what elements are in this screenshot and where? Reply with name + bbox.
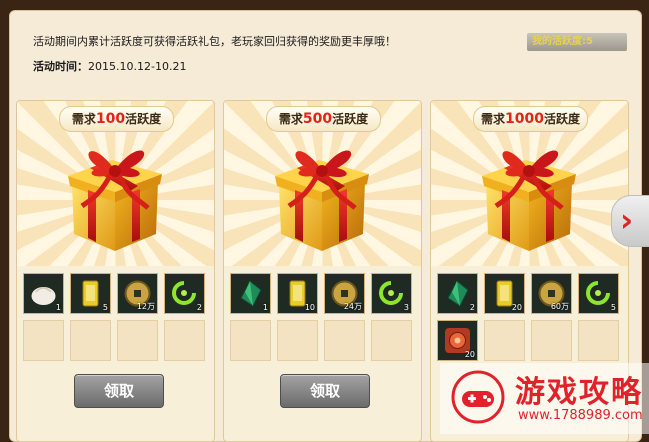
empty-slot	[117, 320, 158, 361]
claim-button[interactable]: 领取	[280, 374, 370, 408]
empty-slot	[371, 320, 412, 361]
reward-slot[interactable]: 5	[578, 273, 619, 314]
reward-slot[interactable]: 3	[371, 273, 412, 314]
reward-slot[interactable]: 20	[437, 320, 478, 361]
green-crystal-icon	[447, 280, 469, 307]
empty-slot	[23, 320, 64, 361]
empty-slot	[230, 320, 271, 361]
green-crystal-icon	[240, 280, 262, 307]
reward-slot[interactable]: 10	[277, 273, 318, 314]
reward-slot[interactable]: 2	[164, 273, 205, 314]
empty-slot	[277, 320, 318, 361]
activity-time: 活动时间：2015.10.12-10.21	[33, 58, 186, 74]
item-count: 10	[304, 303, 315, 312]
reward-slot[interactable]: 1	[230, 273, 271, 314]
requirement-label: 需求1000活跃度	[473, 106, 588, 132]
item-count: 3	[403, 303, 409, 312]
chevron-right-icon: ›	[620, 201, 634, 239]
gamepad-logo-icon	[451, 370, 505, 424]
item-count: 5	[102, 303, 108, 312]
green-symbol-icon	[379, 281, 403, 305]
item-count: 24万	[343, 302, 362, 311]
reward-slot[interactable]: 60万	[531, 273, 572, 314]
item-count: 60万	[550, 302, 569, 311]
empty-slot	[578, 320, 619, 361]
reward-slot[interactable]: 12万	[117, 273, 158, 314]
reward-grid: 1 10 24万 3	[230, 273, 416, 369]
reward-grid: 1 5 12万 2	[23, 273, 209, 369]
watermark-url: www.1788989.com	[518, 408, 643, 423]
claim-button[interactable]: 领取	[74, 374, 164, 408]
item-count: 2	[196, 303, 202, 312]
requirement-label: 需求500活跃度	[266, 106, 381, 132]
next-page-button[interactable]: ›	[611, 195, 649, 247]
my-activity-badge: 我的活跃度:5	[527, 33, 627, 51]
item-count: 1	[262, 303, 268, 312]
item-count: 20	[464, 350, 475, 359]
empty-slot	[70, 320, 111, 361]
green-symbol-icon	[172, 281, 196, 305]
empty-slot	[531, 320, 572, 361]
requirement-label: 需求100活跃度	[59, 106, 174, 132]
reward-grid: 2 20 60万 5 20	[437, 273, 623, 369]
reward-slot[interactable]: 2	[437, 273, 478, 314]
reward-slot[interactable]: 5	[70, 273, 111, 314]
item-count: 2	[469, 303, 475, 312]
item-count: 12万	[136, 302, 155, 311]
reward-slot[interactable]: 1	[23, 273, 64, 314]
item-count: 1	[55, 303, 61, 312]
item-count: 5	[610, 303, 616, 312]
empty-slot	[484, 320, 525, 361]
green-symbol-icon	[586, 281, 610, 305]
gift-box-icon	[275, 150, 369, 251]
watermark-title: 游戏攻略	[515, 375, 643, 410]
gift-box-icon	[68, 150, 162, 251]
activity-description: 活动期间内累计活跃度可获得活跃礼包，老玩家回归获得的奖励更丰厚哦！	[33, 35, 396, 48]
reward-slot[interactable]: 20	[484, 273, 525, 314]
reward-slot[interactable]: 24万	[324, 273, 365, 314]
empty-slot	[324, 320, 365, 361]
gift-box-icon	[482, 150, 576, 251]
gold-token-icon	[82, 280, 99, 307]
item-count: 20	[511, 303, 522, 312]
requirement-value: 100	[95, 111, 126, 127]
time-value: 2015.10.12-10.21	[88, 60, 187, 73]
requirement-value: 500	[302, 111, 333, 127]
requirement-value: 1000	[505, 111, 544, 127]
empty-slot	[164, 320, 205, 361]
site-watermark: 游戏攻略 www.1788989.com	[440, 363, 649, 434]
bun-icon	[31, 287, 56, 305]
time-label: 活动时间：	[33, 60, 88, 73]
